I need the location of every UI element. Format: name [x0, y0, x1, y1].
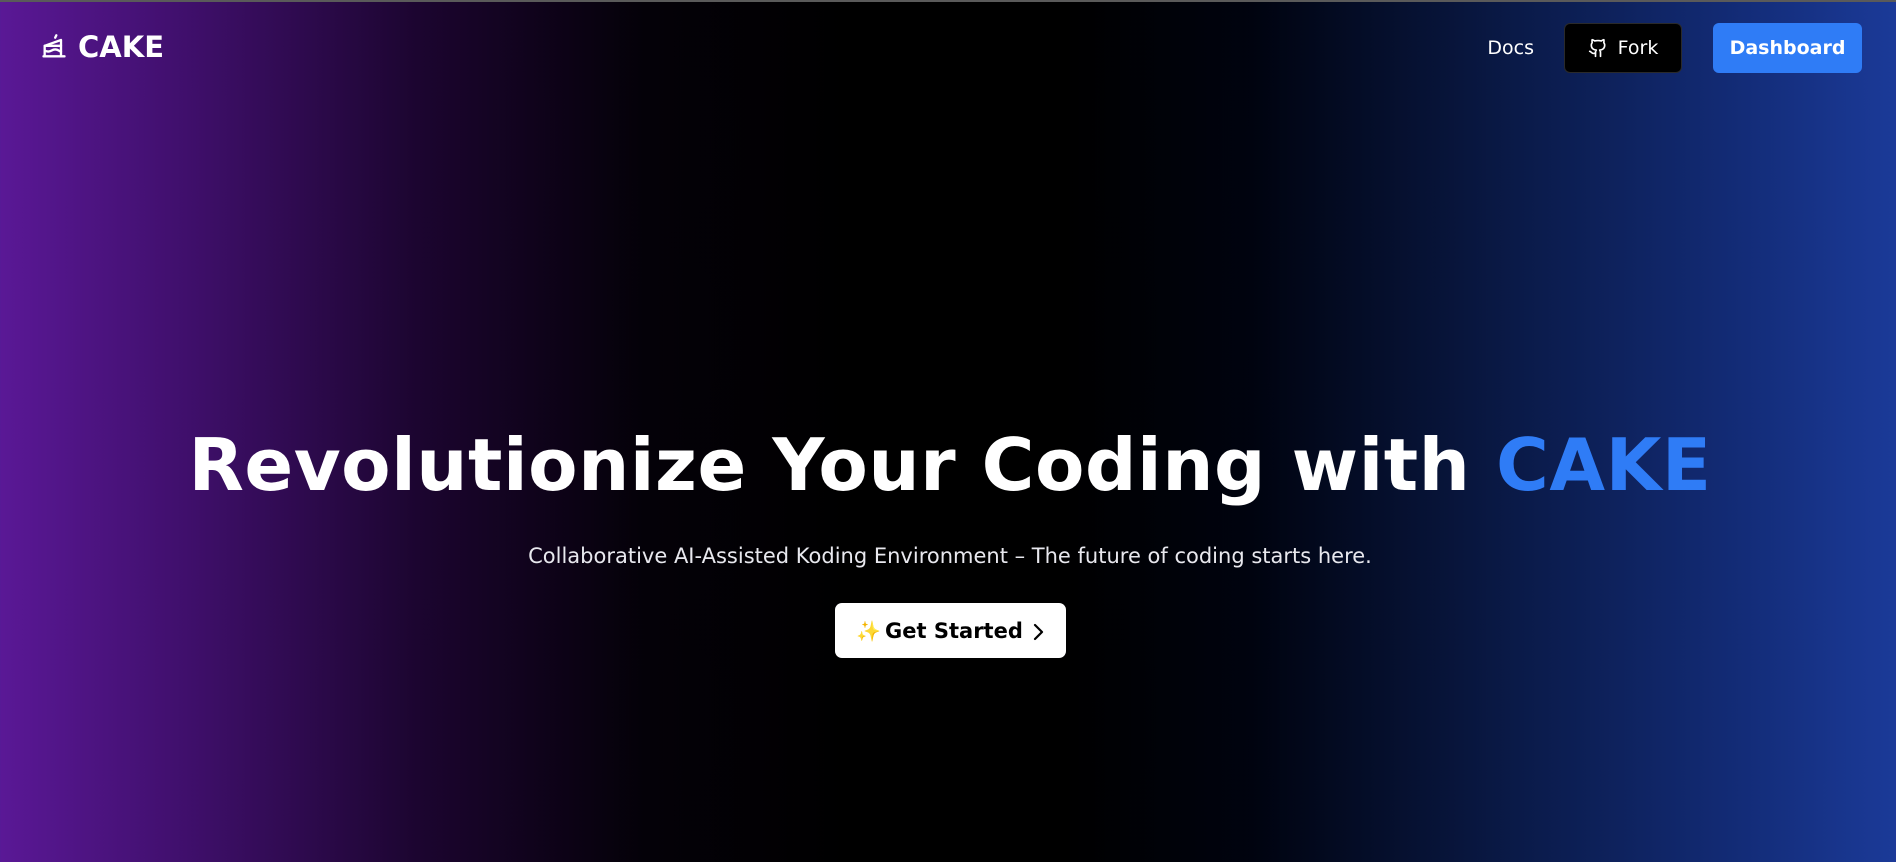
- github-icon: [1588, 38, 1608, 58]
- cake-icon: [40, 33, 68, 61]
- dashboard-button[interactable]: Dashboard: [1713, 23, 1862, 73]
- chevron-right-icon: [1031, 622, 1045, 640]
- fork-button[interactable]: Fork: [1564, 23, 1682, 73]
- hero-subtitle: Collaborative AI-Assisted Koding Environ…: [528, 544, 1372, 568]
- get-started-button[interactable]: ✨ Get Started: [835, 603, 1066, 658]
- cta-container: ✨ Get Started: [835, 603, 1066, 658]
- hero-title-main: Revolutionize Your Coding with: [188, 423, 1496, 507]
- brand-name: CAKE: [78, 30, 165, 64]
- docs-link[interactable]: Docs: [1487, 23, 1534, 73]
- dashboard-button-label: Dashboard: [1729, 37, 1846, 59]
- hero-title: Revolutionize Your Coding with CAKE: [0, 420, 1896, 510]
- header-nav: Docs Fork Dashboard: [1487, 23, 1862, 73]
- fork-button-label: Fork: [1617, 37, 1659, 59]
- top-navbar: CAKE Docs Fork Dashboard: [0, 2, 1896, 96]
- get-started-label: Get Started: [885, 618, 1023, 643]
- brand-logo-link[interactable]: CAKE: [40, 30, 164, 64]
- sparkles-icon: ✨: [856, 618, 882, 643]
- hero-title-accent: CAKE: [1496, 423, 1712, 507]
